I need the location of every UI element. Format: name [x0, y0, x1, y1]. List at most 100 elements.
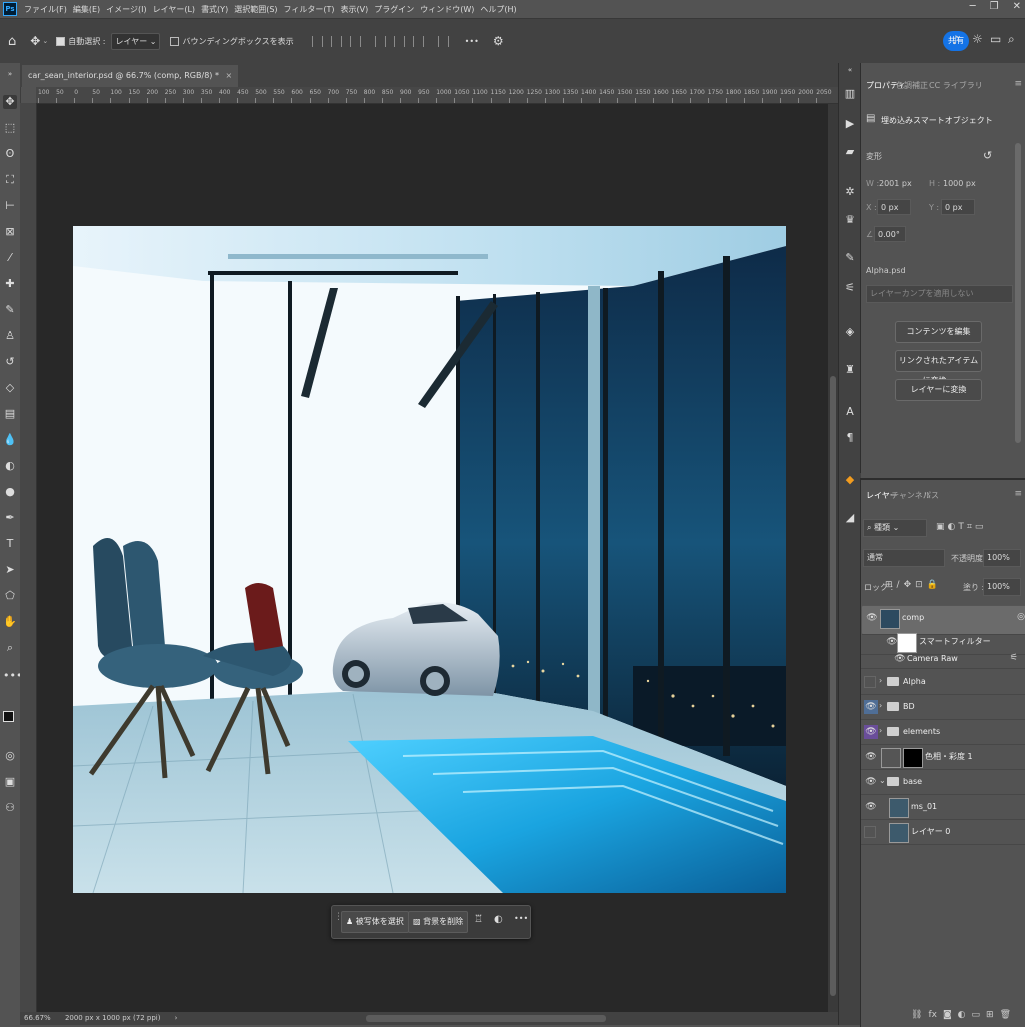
- adjustment-layer-icon[interactable]: ◐: [958, 1010, 966, 1020]
- menu-layer[interactable]: レイヤー(L): [150, 4, 198, 15]
- move-tool-icon[interactable]: ✥: [3, 95, 17, 109]
- shape-tool-icon[interactable]: ⬠: [3, 589, 17, 603]
- tab-cc-libraries[interactable]: CC ライブラリ: [929, 80, 983, 91]
- hand-tool-icon[interactable]: ✋: [3, 615, 17, 629]
- layer-row-layer0[interactable]: レイヤー 0: [861, 820, 1025, 845]
- clone-source-icon[interactable]: ♜: [843, 363, 857, 377]
- edit-toolbar-icon[interactable]: •••: [3, 669, 22, 683]
- eyedropper-tool-icon[interactable]: ⁄: [3, 251, 17, 265]
- auto-select-target-select[interactable]: レイヤー ⌄: [111, 32, 161, 50]
- gear-icon[interactable]: ⚙: [493, 34, 504, 48]
- add-mask-icon[interactable]: ◙: [943, 1010, 952, 1020]
- align-right-icon[interactable]: [349, 35, 361, 47]
- height-value[interactable]: 1000 px: [943, 179, 976, 188]
- fx-icon[interactable]: fx: [928, 1010, 937, 1020]
- close-icon[interactable]: ✕: [1013, 1, 1021, 12]
- layer-row-hue-saturation[interactable]: 👁 色相・彩度 1: [861, 745, 1025, 770]
- tab-adjustments[interactable]: 色調補正: [896, 80, 928, 91]
- new-group-icon[interactable]: ▭: [972, 1010, 981, 1020]
- eye-hidden-icon[interactable]: [864, 676, 876, 688]
- more-actions-button[interactable]: •••: [514, 914, 528, 923]
- fill-field[interactable]: 100%: [983, 578, 1021, 596]
- convert-to-layers-button[interactable]: レイヤーに変換: [895, 379, 982, 401]
- menu-select[interactable]: 選択範囲(S): [231, 4, 280, 15]
- healing-brush-icon[interactable]: ✚: [3, 277, 17, 291]
- menu-edit[interactable]: 編集(E): [70, 4, 103, 15]
- menu-help[interactable]: ヘルプ(H): [477, 4, 519, 15]
- menu-type[interactable]: 書式(Y): [198, 4, 231, 15]
- select-subject-button[interactable]: ♟ 被写体を選択: [341, 911, 409, 933]
- opacity-field[interactable]: 100%: [983, 549, 1021, 567]
- align-top-icon[interactable]: [374, 35, 386, 47]
- eye-icon[interactable]: 👁: [864, 800, 878, 814]
- quick-mask-icon[interactable]: ◎: [3, 749, 17, 763]
- eye-icon[interactable]: 👁: [864, 725, 878, 739]
- menu-plugins[interactable]: プラグイン: [371, 4, 417, 15]
- eraser-tool-icon[interactable]: ◇: [3, 381, 17, 395]
- eye-icon[interactable]: 👁: [864, 700, 878, 714]
- move-tool-preset-icon[interactable]: ✥: [30, 34, 40, 48]
- y-position-field[interactable]: 0 px: [941, 199, 975, 215]
- actions-play-icon[interactable]: ▶: [843, 117, 857, 131]
- layer-row-base[interactable]: 👁 ⌄ base: [861, 770, 1025, 795]
- adjust-sliders-icon[interactable]: ⚟: [843, 281, 857, 295]
- search-icon[interactable]: ⌕: [1008, 32, 1015, 47]
- character-icon[interactable]: A: [843, 405, 857, 419]
- home-icon[interactable]: ⌂: [8, 34, 16, 49]
- path-select-tool-icon[interactable]: ➤: [3, 563, 17, 577]
- chevron-right-icon[interactable]: ›: [879, 726, 882, 735]
- crop-tool-icon[interactable]: ⊢: [3, 199, 17, 213]
- layer-row-elements[interactable]: 👁 › elements: [861, 720, 1025, 745]
- eye-icon[interactable]: 👁: [865, 611, 879, 625]
- screen-mode-icon[interactable]: ▣: [3, 775, 17, 789]
- more-options-button[interactable]: •••: [465, 37, 479, 46]
- status-chevron-icon[interactable]: ›: [175, 1014, 178, 1022]
- brush-tool-icon[interactable]: ✎: [3, 303, 17, 317]
- marquee-tool-icon[interactable]: ⬚: [3, 121, 17, 135]
- lasso-tool-icon[interactable]: ʘ: [3, 147, 17, 161]
- angle-field[interactable]: 0.00°: [874, 226, 906, 242]
- swatches-icon[interactable]: ◈: [843, 325, 857, 339]
- x-position-field[interactable]: 0 px: [877, 199, 911, 215]
- filter-effects-icon[interactable]: ◎: [1017, 612, 1025, 622]
- eye-icon[interactable]: 👁: [864, 775, 878, 789]
- minimize-icon[interactable]: ─: [970, 1, 976, 12]
- align-left-icon[interactable]: [311, 35, 323, 47]
- sponge-tool-icon[interactable]: ●: [3, 485, 17, 499]
- horizontal-scroll-thumb[interactable]: [366, 1015, 606, 1022]
- lightbulb-icon[interactable]: ☼: [972, 32, 983, 46]
- document-tab[interactable]: car_sean_interior.psd @ 66.7% (comp, RGB…: [22, 65, 239, 87]
- paragraph-icon[interactable]: ¶: [843, 431, 857, 445]
- layers-menu-icon[interactable]: ≡: [1014, 489, 1022, 499]
- distribute-icon[interactable]: [437, 35, 449, 47]
- filter-options-icon[interactable]: ⚟: [1010, 653, 1018, 663]
- trash-icon[interactable]: 🗑: [1000, 1010, 1011, 1020]
- eye-hidden-icon[interactable]: [864, 826, 876, 838]
- tab-paths[interactable]: パス: [923, 490, 939, 501]
- frame-tool-icon[interactable]: ⊠: [3, 225, 17, 239]
- bell-icon[interactable]: ♪: [952, 33, 960, 47]
- menu-filter[interactable]: フィルター(T): [281, 4, 338, 15]
- history-icon[interactable]: ▥: [843, 87, 857, 101]
- comments-icon[interactable]: ▰: [843, 145, 857, 159]
- chevron-down-icon[interactable]: ⌄: [42, 37, 48, 45]
- properties-scrollbar[interactable]: [1015, 143, 1021, 443]
- paths-tool-icon[interactable]: ✎: [843, 251, 857, 265]
- menu-window[interactable]: ウィンドウ(W): [417, 4, 477, 15]
- close-tab-icon[interactable]: ×: [226, 71, 233, 80]
- new-layer-icon[interactable]: ⊞: [986, 1010, 994, 1020]
- panel-menu-icon[interactable]: ≡: [1014, 79, 1022, 89]
- layer-filter-kind-select[interactable]: ⌕ 種類 ⌄: [863, 519, 927, 537]
- layer-row-bd[interactable]: 👁 › BD: [861, 695, 1025, 720]
- align-hcenter-icon[interactable]: [330, 35, 342, 47]
- blur-tool-icon[interactable]: 💧: [3, 433, 17, 447]
- menu-image[interactable]: イメージ(I): [103, 4, 149, 15]
- expand-toolbar-icon[interactable]: »: [3, 67, 17, 81]
- edit-contents-button[interactable]: コンテンツを編集: [895, 321, 982, 343]
- auto-select-checkbox[interactable]: 自動選択 :: [56, 36, 105, 47]
- reset-transform-icon[interactable]: ↺: [983, 149, 992, 162]
- chevron-down-icon[interactable]: ⌄: [879, 776, 886, 785]
- photoshop-app-icon[interactable]: Ps: [3, 2, 17, 16]
- zoom-level[interactable]: 66.67%: [24, 1014, 51, 1022]
- pen-tool-icon[interactable]: ✒: [3, 511, 17, 525]
